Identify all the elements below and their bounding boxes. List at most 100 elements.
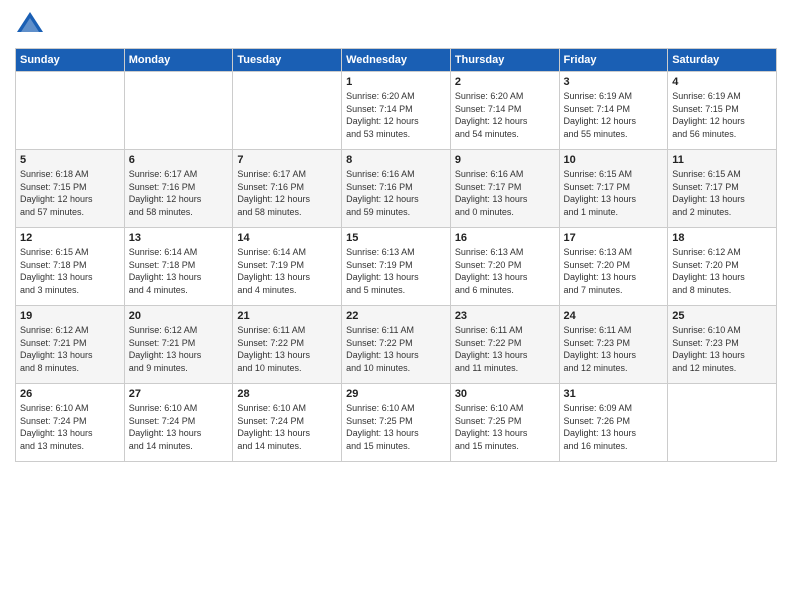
day-number: 1 xyxy=(346,76,446,88)
day-number: 10 xyxy=(564,154,664,166)
day-number: 22 xyxy=(346,310,446,322)
calendar-cell: 30 Sunrise: 6:10 AM Sunset: 7:25 PM Dayli… xyxy=(450,384,559,462)
calendar-table: SundayMondayTuesdayWednesdayThursdayFrid… xyxy=(15,48,777,462)
day-number: 14 xyxy=(237,232,337,244)
calendar-cell: 11 Sunrise: 6:15 AM Sunset: 7:17 PM Dayli… xyxy=(668,150,777,228)
day-info: Sunrise: 6:19 AM Sunset: 7:14 PM Dayligh… xyxy=(564,90,664,140)
calendar-cell: 14 Sunrise: 6:14 AM Sunset: 7:19 PM Dayli… xyxy=(233,228,342,306)
calendar-cell: 20Sunrise: 6:12 AM Sunset: 7:21 PM Dayli… xyxy=(124,306,233,384)
day-number: 6 xyxy=(129,154,229,166)
calendar-cell: 7Sunrise: 6:17 AM Sunset: 7:16 PM Daylig… xyxy=(233,150,342,228)
day-info: Sunrise: 6:18 AM Sunset: 7:15 PM Dayligh… xyxy=(20,168,120,218)
day-info: Sunrise: 6:16 AM Sunset: 7:16 PM Dayligh… xyxy=(346,168,446,218)
calendar-cell: 5 Sunrise: 6:18 AM Sunset: 7:15 PM Daylig… xyxy=(16,150,125,228)
weekday-header-monday: Monday xyxy=(124,49,233,72)
logo-icon xyxy=(15,10,45,40)
day-number: 8 xyxy=(346,154,446,166)
day-number: 29 xyxy=(346,388,446,400)
calendar-cell: 9 Sunrise: 6:16 AM Sunset: 7:17 PM Daylig… xyxy=(450,150,559,228)
day-info: Sunrise: 6:19 AM Sunset: 7:15 PM Dayligh… xyxy=(672,90,772,140)
calendar-cell: 22 Sunrise: 6:11 AM Sunset: 7:22 PM Dayli… xyxy=(342,306,451,384)
day-info: Sunrise: 6:11 AM Sunset: 7:22 PM Dayligh… xyxy=(237,324,337,374)
day-number: 11 xyxy=(672,154,772,166)
day-number: 18 xyxy=(672,232,772,244)
calendar-cell: 17 Sunrise: 6:13 AM Sunset: 7:20 PM Dayli… xyxy=(559,228,668,306)
calendar-cell: 4 Sunrise: 6:19 AM Sunset: 7:15 PM Daylig… xyxy=(668,72,777,150)
day-info: Sunrise: 6:15 AM Sunset: 7:18 PM Dayligh… xyxy=(20,246,120,296)
day-info: Sunrise: 6:13 AM Sunset: 7:20 PM Dayligh… xyxy=(564,246,664,296)
day-info: Sunrise: 6:11 AM Sunset: 7:23 PM Dayligh… xyxy=(564,324,664,374)
day-info: Sunrise: 6:12 AM Sunset: 7:20 PM Dayligh… xyxy=(672,246,772,296)
calendar-cell: 2 Sunrise: 6:20 AM Sunset: 7:14 PM Daylig… xyxy=(450,72,559,150)
day-info: Sunrise: 6:20 AM Sunset: 7:14 PM Dayligh… xyxy=(455,90,555,140)
calendar-cell xyxy=(233,72,342,150)
day-info: Sunrise: 6:14 AM Sunset: 7:19 PM Dayligh… xyxy=(237,246,337,296)
calendar-cell: 24Sunrise: 6:11 AM Sunset: 7:23 PM Dayli… xyxy=(559,306,668,384)
day-number: 23 xyxy=(455,310,555,322)
weekday-header-thursday: Thursday xyxy=(450,49,559,72)
calendar-cell: 16Sunrise: 6:13 AM Sunset: 7:20 PM Dayli… xyxy=(450,228,559,306)
header xyxy=(15,10,777,40)
calendar-cell: 31 Sunrise: 6:09 AM Sunset: 7:26 PM Dayli… xyxy=(559,384,668,462)
day-info: Sunrise: 6:11 AM Sunset: 7:22 PM Dayligh… xyxy=(346,324,446,374)
day-number: 3 xyxy=(564,76,664,88)
week-row-4: 19 Sunrise: 6:12 AM Sunset: 7:21 PM Dayli… xyxy=(16,306,777,384)
calendar-cell: 1 Sunrise: 6:20 AM Sunset: 7:14 PM Daylig… xyxy=(342,72,451,150)
day-info: Sunrise: 6:15 AM Sunset: 7:17 PM Dayligh… xyxy=(564,168,664,218)
calendar-cell: 8 Sunrise: 6:16 AM Sunset: 7:16 PM Daylig… xyxy=(342,150,451,228)
calendar-cell: 12 Sunrise: 6:15 AM Sunset: 7:18 PM Dayli… xyxy=(16,228,125,306)
day-info: Sunrise: 6:10 AM Sunset: 7:24 PM Dayligh… xyxy=(20,402,120,452)
calendar-cell: 27 Sunrise: 6:10 AM Sunset: 7:24 PM Dayli… xyxy=(124,384,233,462)
week-row-1: 1 Sunrise: 6:20 AM Sunset: 7:14 PM Daylig… xyxy=(16,72,777,150)
day-number: 13 xyxy=(129,232,229,244)
day-number: 17 xyxy=(564,232,664,244)
day-number: 5 xyxy=(20,154,120,166)
logo xyxy=(15,10,49,40)
calendar-cell: 26 Sunrise: 6:10 AM Sunset: 7:24 PM Dayli… xyxy=(16,384,125,462)
weekday-header-saturday: Saturday xyxy=(668,49,777,72)
week-row-2: 5 Sunrise: 6:18 AM Sunset: 7:15 PM Daylig… xyxy=(16,150,777,228)
day-number: 19 xyxy=(20,310,120,322)
calendar-cell: 13 Sunrise: 6:14 AM Sunset: 7:18 PM Dayli… xyxy=(124,228,233,306)
calendar-cell xyxy=(124,72,233,150)
day-number: 31 xyxy=(564,388,664,400)
day-info: Sunrise: 6:12 AM Sunset: 7:21 PM Dayligh… xyxy=(20,324,120,374)
weekday-header-row: SundayMondayTuesdayWednesdayThursdayFrid… xyxy=(16,49,777,72)
day-number: 12 xyxy=(20,232,120,244)
day-info: Sunrise: 6:16 AM Sunset: 7:17 PM Dayligh… xyxy=(455,168,555,218)
day-number: 9 xyxy=(455,154,555,166)
day-number: 2 xyxy=(455,76,555,88)
calendar-cell: 6 Sunrise: 6:17 AM Sunset: 7:16 PM Daylig… xyxy=(124,150,233,228)
day-number: 15 xyxy=(346,232,446,244)
calendar-cell: 21 Sunrise: 6:11 AM Sunset: 7:22 PM Dayli… xyxy=(233,306,342,384)
day-number: 25 xyxy=(672,310,772,322)
calendar-cell: 15 Sunrise: 6:13 AM Sunset: 7:19 PM Dayli… xyxy=(342,228,451,306)
day-number: 28 xyxy=(237,388,337,400)
day-number: 16 xyxy=(455,232,555,244)
day-number: 21 xyxy=(237,310,337,322)
weekday-header-friday: Friday xyxy=(559,49,668,72)
calendar-cell: 28Sunrise: 6:10 AM Sunset: 7:24 PM Dayli… xyxy=(233,384,342,462)
calendar-cell: 19 Sunrise: 6:12 AM Sunset: 7:21 PM Dayli… xyxy=(16,306,125,384)
day-info: Sunrise: 6:10 AM Sunset: 7:25 PM Dayligh… xyxy=(455,402,555,452)
calendar-cell: 29Sunrise: 6:10 AM Sunset: 7:25 PM Dayli… xyxy=(342,384,451,462)
calendar-cell: 25 Sunrise: 6:10 AM Sunset: 7:23 PM Dayli… xyxy=(668,306,777,384)
day-number: 7 xyxy=(237,154,337,166)
day-info: Sunrise: 6:17 AM Sunset: 7:16 PM Dayligh… xyxy=(129,168,229,218)
day-info: Sunrise: 6:10 AM Sunset: 7:24 PM Dayligh… xyxy=(129,402,229,452)
day-number: 27 xyxy=(129,388,229,400)
day-number: 20 xyxy=(129,310,229,322)
calendar-cell xyxy=(668,384,777,462)
calendar-page: SundayMondayTuesdayWednesdayThursdayFrid… xyxy=(0,0,792,612)
day-number: 30 xyxy=(455,388,555,400)
day-info: Sunrise: 6:15 AM Sunset: 7:17 PM Dayligh… xyxy=(672,168,772,218)
day-info: Sunrise: 6:13 AM Sunset: 7:19 PM Dayligh… xyxy=(346,246,446,296)
week-row-3: 12 Sunrise: 6:15 AM Sunset: 7:18 PM Dayli… xyxy=(16,228,777,306)
day-info: Sunrise: 6:10 AM Sunset: 7:23 PM Dayligh… xyxy=(672,324,772,374)
day-number: 4 xyxy=(672,76,772,88)
day-info: Sunrise: 6:09 AM Sunset: 7:26 PM Dayligh… xyxy=(564,402,664,452)
day-number: 26 xyxy=(20,388,120,400)
day-info: Sunrise: 6:20 AM Sunset: 7:14 PM Dayligh… xyxy=(346,90,446,140)
day-info: Sunrise: 6:14 AM Sunset: 7:18 PM Dayligh… xyxy=(129,246,229,296)
week-row-5: 26 Sunrise: 6:10 AM Sunset: 7:24 PM Dayli… xyxy=(16,384,777,462)
